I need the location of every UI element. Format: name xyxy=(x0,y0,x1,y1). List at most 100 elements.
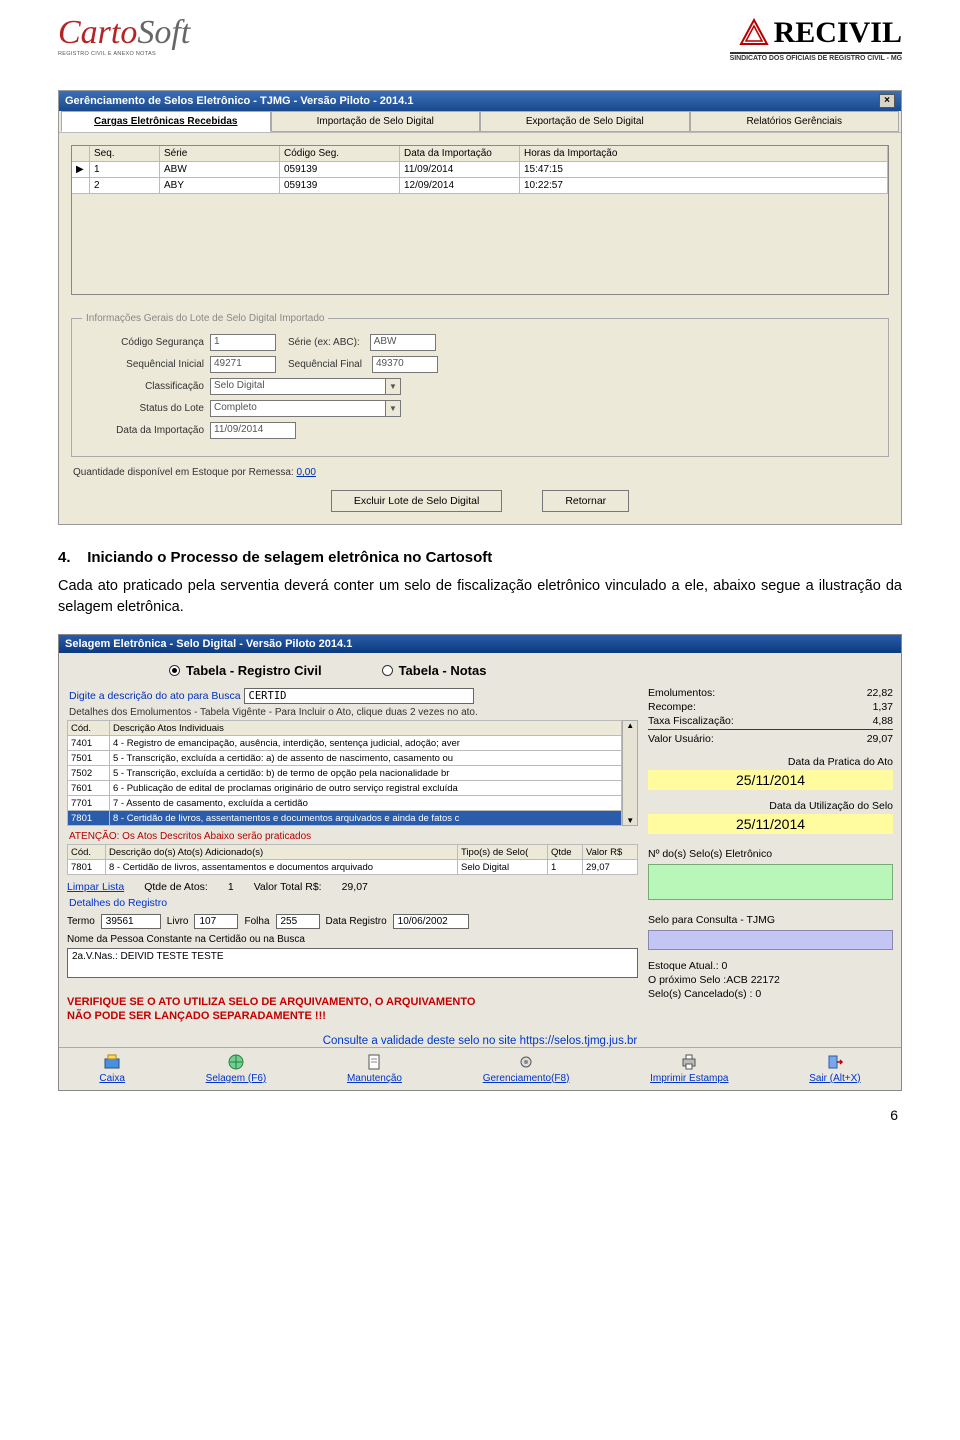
estoque-atual: Estoque Atual.: 0 xyxy=(648,960,893,972)
qtde-value: 1 xyxy=(228,881,234,893)
table-row[interactable]: 78018 - Certidão de livros, assentamento… xyxy=(68,860,638,875)
chevron-down-icon[interactable]: ▼ xyxy=(385,378,401,395)
printer-icon xyxy=(680,1053,698,1071)
atos-adicionados-table[interactable]: Cód. Descrição do(s) Ato(s) Adicionado(s… xyxy=(67,844,638,875)
col-codigo: Código Seg. xyxy=(280,146,400,162)
data-pratica-value[interactable]: 25/11/2014 xyxy=(648,770,893,790)
input-codigo-seguranca[interactable]: 1 xyxy=(210,334,276,351)
radio-registro-civil[interactable]: Tabela - Registro Civil xyxy=(169,663,322,678)
lotes-grid[interactable]: Seq. Série Código Seg. Data da Importaçã… xyxy=(71,145,889,295)
toolbar-selagem[interactable]: Selagem (F6) xyxy=(206,1053,267,1084)
termo-input[interactable]: 39561 xyxy=(101,914,161,929)
kv-recompe: Recompe:1,37 xyxy=(648,700,893,714)
lote-info-fieldset: Informações Gerais do Lote de Selo Digit… xyxy=(71,313,889,457)
col-cod: Cód. xyxy=(68,721,110,736)
limpar-lista-link[interactable]: Limpar Lista xyxy=(67,881,124,893)
tab-importacao[interactable]: Importação de Selo Digital xyxy=(271,111,481,132)
input-seq-final[interactable]: 49370 xyxy=(372,356,438,373)
radio-icon xyxy=(169,665,180,676)
input-seq-inicial[interactable]: 49271 xyxy=(210,356,276,373)
table-row[interactable]: 75025 - Transcrição, excluída a certidão… xyxy=(68,766,622,781)
window-title: Gerênciamento de Selos Eletrônico - TJMG… xyxy=(65,95,413,107)
toolbar-sair[interactable]: Sair (Alt+X) xyxy=(809,1053,860,1084)
table-row[interactable]: 75015 - Transcrição, excluída a certidão… xyxy=(68,751,622,766)
lbl-classificacao: Classificação xyxy=(82,381,204,392)
selos-cancelados: Selo(s) Cancelado(s) : 0 xyxy=(648,988,893,1000)
input-data-importacao[interactable]: 11/09/2014 xyxy=(210,422,296,439)
tab-cargas[interactable]: Cargas Eletrônicas Recebidas xyxy=(61,111,271,132)
proximo-selo: O próximo Selo :ACB 22172 xyxy=(648,974,893,986)
tab-exportacao[interactable]: Exportação de Selo Digital xyxy=(480,111,690,132)
lbl-data-importacao: Data da Importação xyxy=(82,425,204,436)
table-row[interactable]: 74014 - Registro de emancipação, ausênci… xyxy=(68,736,622,751)
lbl-serie: Série (ex: ABC): xyxy=(288,337,360,348)
caixa-icon xyxy=(103,1053,121,1071)
table-row[interactable]: 76016 - Publicação de edital de proclama… xyxy=(68,781,622,796)
retornar-button[interactable]: Retornar xyxy=(542,490,629,512)
recivil-text: RECIVIL xyxy=(774,16,902,50)
data-utilizacao-value[interactable]: 25/11/2014 xyxy=(648,814,893,834)
grid-row[interactable]: ▶ 1 ABW 059139 11/09/2014 15:47:15 xyxy=(72,162,888,178)
grid-row[interactable]: 2 ABY 059139 12/09/2014 10:22:57 xyxy=(72,178,888,194)
window-title: Selagem Eletrônica - Selo Digital - Vers… xyxy=(65,638,352,650)
tabela-radio-group: Tabela - Registro Civil Tabela - Notas xyxy=(59,653,901,686)
toolbar-imprimir[interactable]: Imprimir Estampa xyxy=(650,1053,728,1084)
page-number: 6 xyxy=(58,1107,902,1123)
recivil-logo: RECIVIL SINDICATO DOS OFICIAIS DE REGIST… xyxy=(730,16,902,62)
detalhes-registro-label: Detalhes do Registro xyxy=(69,897,638,909)
doc-header: CartoSoft REGISTRO CIVIL E ANEXO NOTAS R… xyxy=(58,16,902,62)
fieldset-legend: Informações Gerais do Lote de Selo Digit… xyxy=(82,313,328,324)
excluir-lote-button[interactable]: Excluir Lote de Selo Digital xyxy=(331,490,502,512)
select-classificacao[interactable]: Selo Digital▼ xyxy=(210,378,401,395)
toolbar-caixa[interactable]: Caixa xyxy=(99,1053,125,1084)
tab-bar: Cargas Eletrônicas Recebidas Importação … xyxy=(59,111,901,133)
close-icon[interactable]: × xyxy=(879,94,895,108)
select-status[interactable]: Completo▼ xyxy=(210,400,401,417)
bottom-toolbar: Caixa Selagem (F6) Manutenção Gerenciame… xyxy=(59,1047,901,1090)
logo-carto: Carto xyxy=(58,14,137,51)
exit-icon xyxy=(826,1053,844,1071)
input-serie[interactable]: ABW xyxy=(370,334,436,351)
data-pratica-label: Data da Pratica do Ato xyxy=(648,756,893,768)
logo-soft: Soft xyxy=(137,14,190,51)
col-serie: Série xyxy=(160,146,280,162)
globe-icon xyxy=(227,1053,245,1071)
recivil-subtitle: SINDICATO DOS OFICIAIS DE REGISTRO CIVIL… xyxy=(730,55,902,62)
kv-emolumentos: Emolumentos:22,82 xyxy=(648,686,893,700)
col-hora: Horas da Importação xyxy=(520,146,888,162)
nome-input[interactable]: 2a.V.Nas.: DEIVID TESTE TESTE xyxy=(67,948,638,978)
window-selagem: Selagem Eletrônica - Selo Digital - Vers… xyxy=(58,634,902,1091)
col-desc: Descrição Atos Individuais xyxy=(110,721,622,736)
toolbar-manutencao[interactable]: Manutenção xyxy=(347,1053,402,1084)
estoque-link[interactable]: 0,00 xyxy=(296,467,315,478)
num-selo-box xyxy=(648,864,893,900)
col-data: Data da Importação xyxy=(400,146,520,162)
lbl-codigo-seguranca: Código Segurança xyxy=(82,337,204,348)
toolbar-gerenciamento[interactable]: Gerenciamento(F8) xyxy=(483,1053,570,1084)
table-row[interactable]: 77017 - Assento de casamento, excluída a… xyxy=(68,796,622,811)
document-icon xyxy=(365,1053,383,1071)
logo-subtitle: REGISTRO CIVIL E ANEXO NOTAS xyxy=(58,51,190,57)
scrollbar[interactable]: ▲▼ xyxy=(622,720,638,826)
radio-notas[interactable]: Tabela - Notas xyxy=(382,663,487,678)
table-row-selected[interactable]: 78018 - Certidão de livros, assentamento… xyxy=(68,811,622,826)
kv-valor-usuario: Valor Usuário:29,07 xyxy=(648,732,893,746)
window-gerenciamento: Gerênciamento de Selos Eletrônico - TJMG… xyxy=(58,90,902,525)
lbl-seq-final: Sequêncial Final xyxy=(288,359,362,370)
data-registro-input[interactable]: 10/06/2002 xyxy=(393,914,469,929)
data-utilizacao-label: Data da Utilização do Selo xyxy=(648,800,893,812)
warning-text: VERIFIQUE SE O ATO UTILIZA SELO DE ARQUI… xyxy=(67,996,638,1024)
total-label: Valor Total R$: xyxy=(254,881,322,893)
scroll-down-icon[interactable]: ▼ xyxy=(626,816,634,825)
folha-input[interactable]: 255 xyxy=(276,914,320,929)
titlebar: Gerênciamento de Selos Eletrônico - TJMG… xyxy=(59,91,901,111)
tab-relatorios[interactable]: Relatórios Gerênciais xyxy=(690,111,900,132)
search-input[interactable]: CERTID xyxy=(244,688,474,704)
scroll-up-icon[interactable]: ▲ xyxy=(626,721,634,730)
atos-table[interactable]: Cód.Descrição Atos Individuais 74014 - R… xyxy=(67,720,622,826)
chevron-down-icon[interactable]: ▼ xyxy=(385,400,401,417)
livro-input[interactable]: 107 xyxy=(194,914,238,929)
estoque-label: Quantidade disponível em Estoque por Rem… xyxy=(73,467,889,478)
kv-taxa: Taxa Fiscalização:4,88 xyxy=(648,714,893,730)
total-value: 29,07 xyxy=(342,881,368,893)
